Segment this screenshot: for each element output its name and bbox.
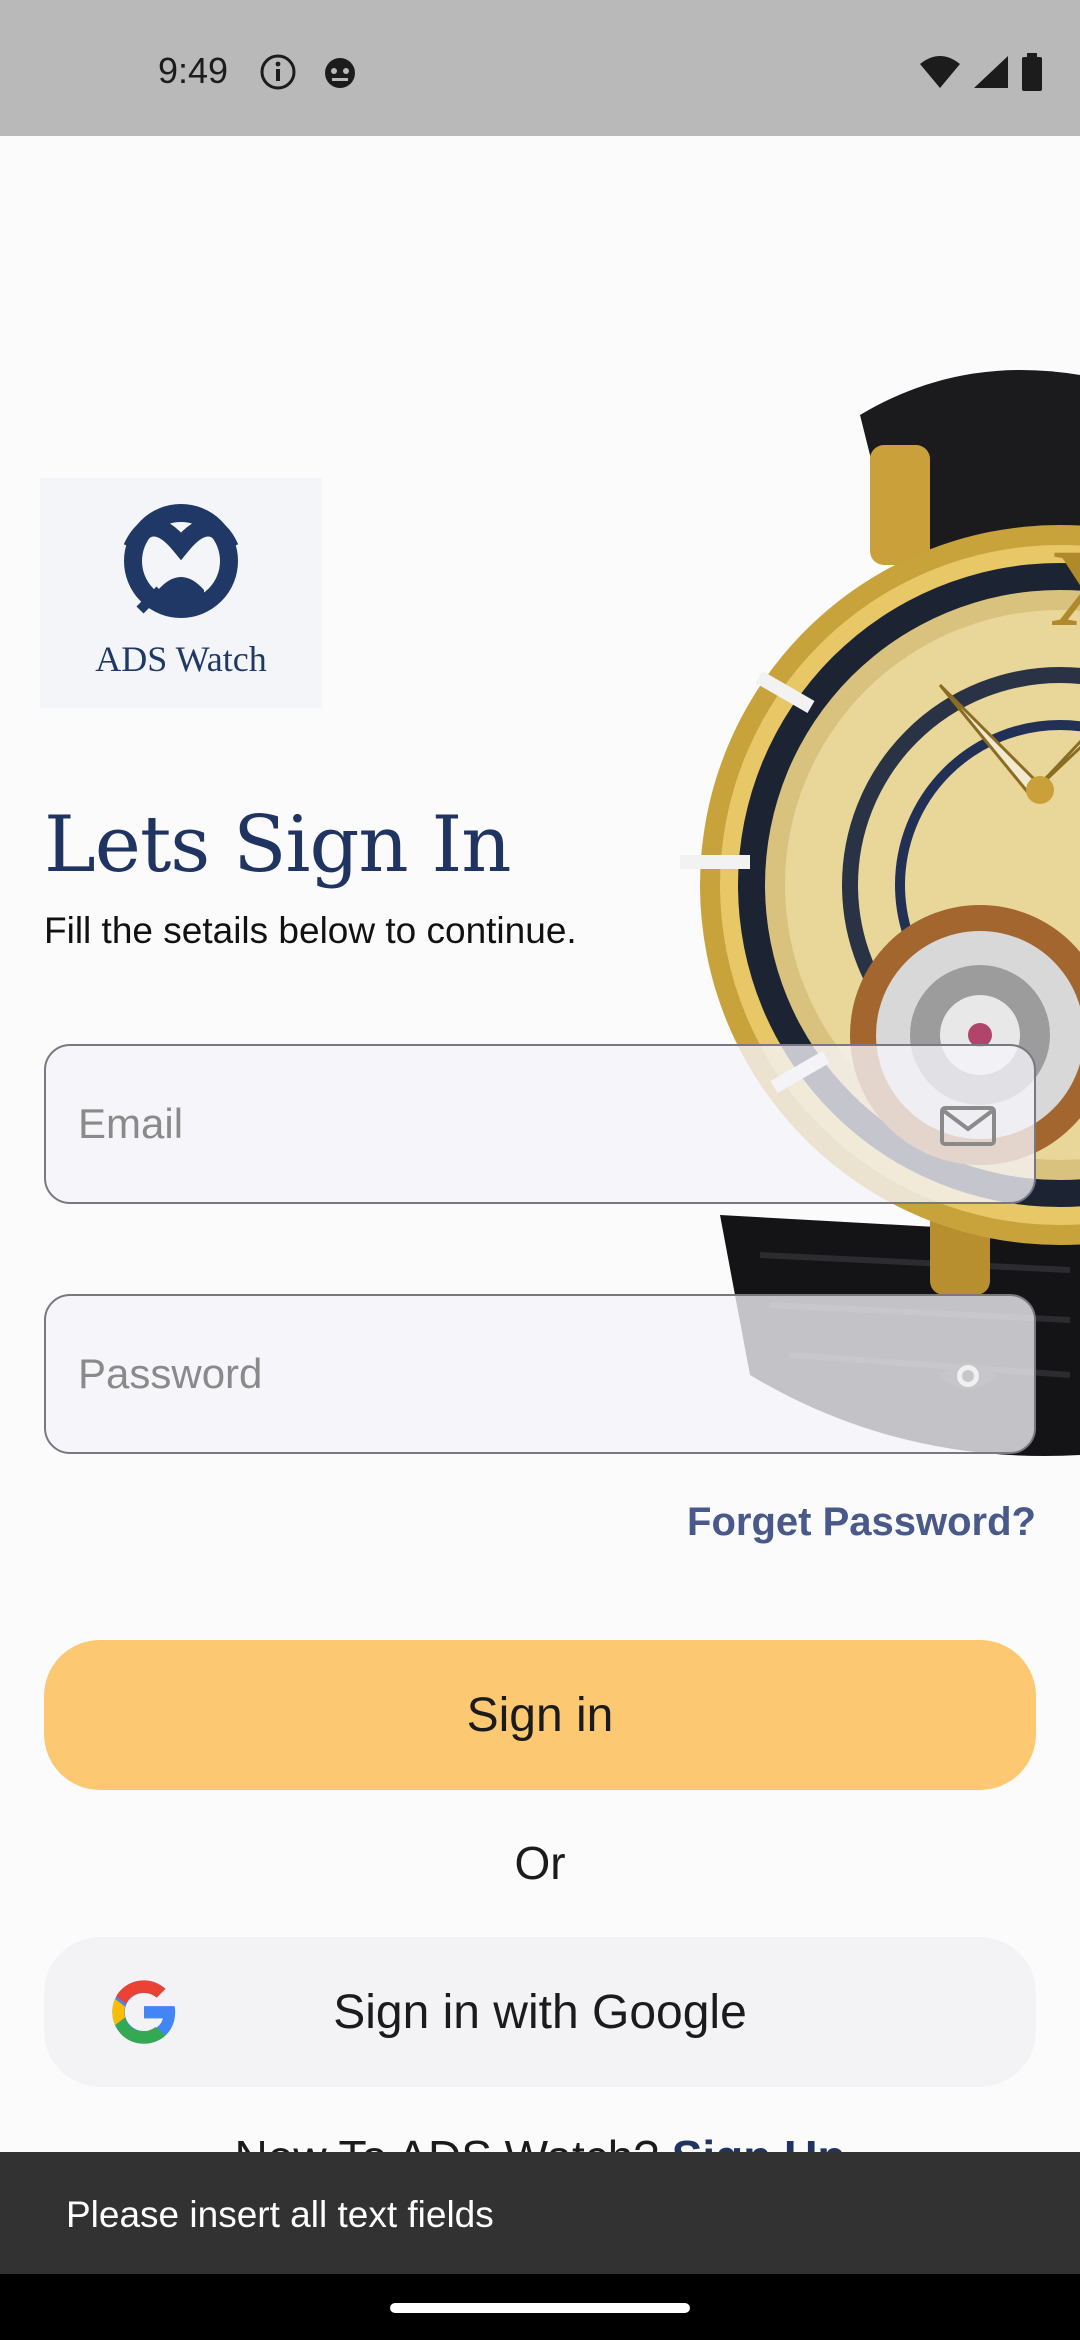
info-icon xyxy=(260,54,296,90)
eye-icon[interactable] xyxy=(938,1348,998,1404)
snackbar: Please insert all text fields xyxy=(0,2152,1080,2274)
google-icon xyxy=(112,1980,177,2044)
or-divider-text: Or xyxy=(514,1837,566,1889)
status-time: 9:49 xyxy=(158,50,229,91)
battery-icon xyxy=(1022,53,1042,91)
status-right-icons xyxy=(918,52,1044,92)
snackbar-message: Please insert all text fields xyxy=(66,2194,494,2235)
page-title: Lets Sign In xyxy=(44,800,512,890)
status-bar: 9:49 xyxy=(0,0,1080,136)
google-sign-in-button[interactable]: Sign in with Google xyxy=(44,1937,1036,2087)
email-input[interactable] xyxy=(78,1092,878,1156)
email-field[interactable] xyxy=(44,1044,1036,1204)
password-input[interactable] xyxy=(78,1342,878,1406)
signal-icon xyxy=(974,56,1008,88)
sign-in-button[interactable]: Sign in xyxy=(44,1640,1036,1790)
home-gesture-handle[interactable] xyxy=(390,2303,690,2313)
google-sign-in-label: Sign in with Google xyxy=(333,1985,747,2039)
svg-text:XII: XII xyxy=(1050,527,1080,649)
logo-text: ADS Watch xyxy=(95,639,267,679)
mail-icon xyxy=(940,1106,996,1146)
page-subtitle: Fill the setails below to continue. xyxy=(44,910,577,951)
wifi-icon xyxy=(920,56,960,88)
navigation-bar xyxy=(0,2274,1080,2340)
forgot-password-link[interactable]: Forget Password? xyxy=(687,1500,1036,1545)
ads-monogram-icon xyxy=(123,504,239,618)
debug-icon xyxy=(325,58,355,88)
password-field[interactable] xyxy=(44,1294,1036,1454)
logo: ADS Watch xyxy=(40,478,322,708)
sign-in-screen: 9:49 ADS Watch Lets Sign In Fill the set… xyxy=(0,0,1080,2340)
